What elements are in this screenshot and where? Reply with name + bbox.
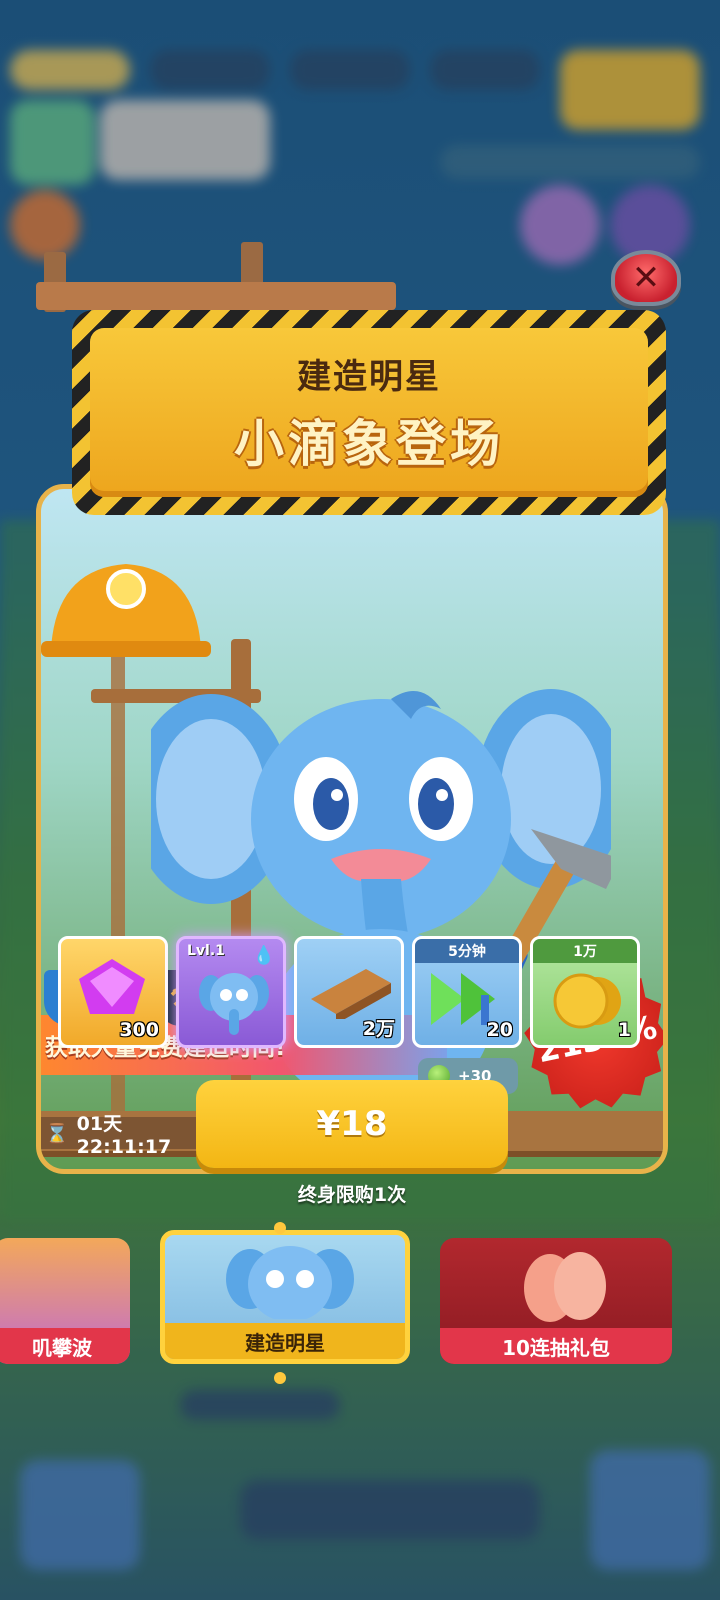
level-label: Lvl.1: [187, 943, 225, 959]
egg-icon: [524, 1252, 606, 1322]
reward-gem[interactable]: 300: [58, 936, 168, 1048]
reward-tag: 1万: [533, 939, 637, 963]
title-board: 建造明星 小滴象登场: [72, 310, 666, 515]
carousel-item-gacha[interactable]: 10连抽礼包: [440, 1238, 672, 1364]
reward-list: 300 Lvl.1 💧 2万 5分钟 20 1万 1: [58, 936, 658, 1050]
timer-text: 01天 22:11:17: [76, 1112, 172, 1158]
offer-subtitle: 建造明星: [297, 357, 441, 397]
carousel-marker-top: [274, 1222, 286, 1234]
gem-icon: [79, 959, 145, 1014]
gold-coin-icon: [553, 973, 621, 1029]
purchase-limit-text: 终身限购1次: [297, 1184, 407, 1206]
elephant-character-icon: [226, 1246, 354, 1319]
elephant-avatar-icon: [199, 973, 269, 1035]
reward-speedup[interactable]: 5分钟 20: [412, 936, 522, 1048]
close-button[interactable]: ✕: [611, 250, 681, 306]
buy-button[interactable]: ¥18: [196, 1080, 508, 1168]
price-label: ¥18: [316, 1104, 388, 1144]
carousel-item-selected[interactable]: 建造明星: [160, 1230, 410, 1364]
carousel-marker-bottom: [274, 1372, 286, 1384]
wood-plank-icon: [311, 969, 391, 1019]
fast-forward-hammer-icon: [431, 973, 495, 1025]
hard-hat-icon: [41, 564, 211, 657]
scaffold-beam: [36, 282, 396, 310]
carousel-item-partial[interactable]: 叽攀波: [0, 1238, 130, 1364]
carousel-item-label: 10连抽礼包: [440, 1328, 672, 1364]
reward-amount: 300: [119, 1019, 159, 1041]
water-drop-icon: 💧: [252, 945, 275, 966]
reward-character[interactable]: Lvl.1 💧: [176, 936, 286, 1048]
carousel-item-label: 建造明星: [165, 1323, 405, 1359]
offer-popup: ✕ 获取大量免费建造时间! ⌛ 01天 22:11:17 建造明星 小滴象登场 …: [36, 242, 684, 1206]
offer-card: 获取大量免费建造时间! 2134% ⌛ 01天 22:11:17: [36, 484, 668, 1174]
countdown-timer: ⌛ 01天 22:11:17: [41, 1113, 211, 1158]
offer-title: 小滴象登场: [234, 415, 504, 473]
reward-tag: 5分钟: [415, 939, 519, 963]
reward-amount: 20: [486, 1019, 513, 1041]
carousel-item-label: 叽攀波: [0, 1328, 130, 1364]
reward-coins[interactable]: 1万 1: [530, 936, 640, 1048]
offer-carousel: 叽攀波 建造明星 10连抽礼包: [0, 1222, 720, 1390]
reward-wood[interactable]: 2万: [294, 936, 404, 1048]
reward-amount: 1: [617, 1019, 631, 1041]
reward-amount: 2万: [362, 1018, 395, 1040]
close-icon: ✕: [631, 258, 661, 298]
hourglass-icon: ⌛: [45, 1122, 69, 1145]
